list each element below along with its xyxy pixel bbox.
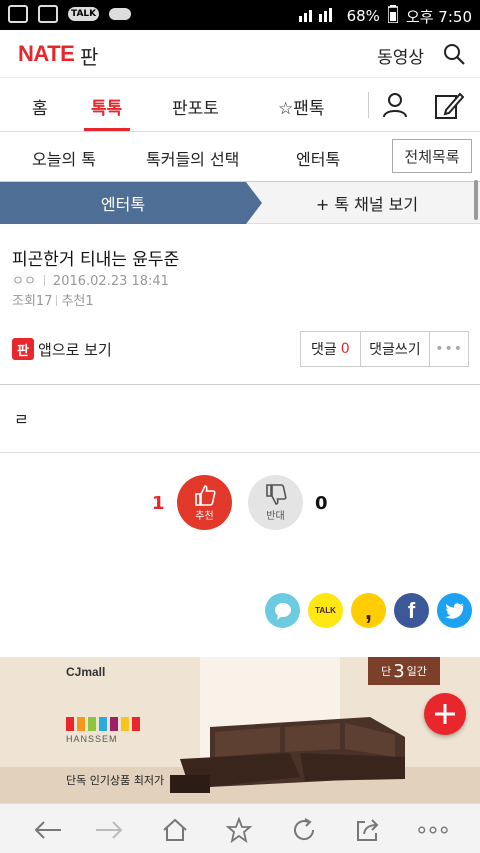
comment-actions: 댓글 0 댓글쓰기 ••• xyxy=(300,331,469,367)
all-list-button[interactable]: 전체목록 xyxy=(392,139,472,173)
share-buttons: TALK , f xyxy=(265,593,472,628)
share-chat-icon[interactable] xyxy=(265,593,300,628)
cloud-icon xyxy=(109,8,132,20)
oppose-button[interactable]: 반대 xyxy=(248,475,303,530)
thumbs-down-icon xyxy=(265,484,287,505)
thumbs-up-icon xyxy=(194,485,216,506)
battery-level: 68% xyxy=(346,7,380,25)
pann-logo[interactable]: 판 xyxy=(80,41,98,70)
sub-nav: 오늘의 톡 톡커들의 선택 엔터톡 전체목록 xyxy=(0,132,480,182)
tab-panphoto[interactable]: 판포토 xyxy=(172,94,219,119)
channel-bar: 엔터톡 + 톡 채널 보기 xyxy=(0,182,480,224)
active-tab-indicator xyxy=(84,128,130,131)
video-link[interactable]: 동영상 xyxy=(377,43,424,68)
open-in-app-link[interactable]: 판 앱으로 보기 xyxy=(12,338,112,360)
subnav-entertalk[interactable]: 엔터톡 xyxy=(296,146,340,170)
more-options-icon[interactable]: ••• xyxy=(430,332,468,366)
post-meta: ㅇㅇ 2016.02.23 18:41 xyxy=(12,270,169,289)
write-icon[interactable] xyxy=(434,90,465,120)
status-bar: TALK 68% 오후 7:50 xyxy=(0,0,480,30)
more-menu-icon[interactable] xyxy=(418,815,448,845)
pann-app-icon: 판 xyxy=(12,338,34,360)
scrollbar[interactable] xyxy=(474,180,478,220)
ad-cjmall-logo: CJmall xyxy=(66,665,106,679)
comments-button[interactable]: 댓글 0 xyxy=(301,332,361,366)
oppose-count: 0 xyxy=(315,493,328,514)
ad-sofa-image xyxy=(170,717,405,793)
kakao-talk-icon: TALK xyxy=(68,7,100,21)
gallery-icon xyxy=(38,5,58,23)
subnav-talkers-choice[interactable]: 톡커들의 선택 xyxy=(146,146,239,170)
comments-count: 0 xyxy=(340,341,350,357)
share-twitter-icon[interactable] xyxy=(437,593,472,628)
post-date: 2016.02.23 18:41 xyxy=(52,274,169,289)
divider xyxy=(0,452,480,453)
home-icon[interactable] xyxy=(160,815,190,845)
post-stats: 조회17 추천1 xyxy=(12,290,94,309)
recommend-button[interactable]: 추천 xyxy=(177,475,232,530)
comments-label: 댓글 xyxy=(310,342,337,358)
bookmark-star-icon[interactable] xyxy=(224,815,254,845)
user-icon[interactable] xyxy=(382,92,408,118)
main-nav: 홈 톡톡 판포토 ☆팬톡 xyxy=(0,78,480,132)
plus-icon xyxy=(435,704,455,724)
app-header: NATE 판 동영상 xyxy=(0,30,480,78)
open-in-app-label: 앱으로 보기 xyxy=(38,340,112,359)
post-recommends: 추천1 xyxy=(61,294,94,309)
ad-ribbon: 단 3 일간 xyxy=(368,657,440,685)
share-icon[interactable] xyxy=(353,815,383,845)
floating-add-button[interactable] xyxy=(424,693,466,735)
ad-subtitle: 단독 인기상품 최저가 xyxy=(66,774,165,787)
nate-logo[interactable]: NATE xyxy=(18,41,75,67)
battery-icon xyxy=(387,5,399,27)
tab-fantok[interactable]: ☆팬톡 xyxy=(278,94,325,119)
oppose-label: 반대 xyxy=(266,511,285,522)
forward-icon[interactable] xyxy=(94,815,124,845)
signal-icon xyxy=(298,6,339,26)
share-facebook-icon[interactable]: f xyxy=(394,593,429,628)
back-icon[interactable] xyxy=(33,815,63,845)
ad-hanssem-logo: HANSSEM xyxy=(66,717,140,744)
tab-toktok[interactable]: 톡톡 xyxy=(91,94,122,119)
subnav-today[interactable]: 오늘의 톡 xyxy=(32,146,96,170)
tab-home[interactable]: 홈 xyxy=(32,94,48,119)
post-author[interactable]: ㅇㅇ xyxy=(12,274,36,289)
channel-current[interactable]: 엔터톡 xyxy=(0,182,246,224)
post-body: ㄹ xyxy=(14,410,29,429)
notification-app-icon xyxy=(8,5,28,23)
share-kakaostory-icon[interactable]: , xyxy=(351,593,386,628)
recommend-label: 추천 xyxy=(195,511,214,522)
clock: 오후 7:50 xyxy=(405,7,472,26)
post-views: 조회17 xyxy=(12,294,53,309)
ad-banner[interactable]: CJmall HANSSEM 단독 인기상품 최저가 단 3 일간 xyxy=(0,657,480,803)
channel-browse-button[interactable]: + 톡 채널 보기 xyxy=(262,182,472,224)
post-title: 피곤한거 티내는 윤두준 xyxy=(12,250,180,270)
recommend-count: 1 xyxy=(152,493,165,514)
share-kakaotalk-icon[interactable]: TALK xyxy=(308,593,343,628)
search-icon[interactable] xyxy=(442,42,466,66)
divider xyxy=(0,384,480,385)
browser-toolbar xyxy=(0,803,480,853)
write-comment-button[interactable]: 댓글쓰기 xyxy=(361,332,431,366)
refresh-icon[interactable] xyxy=(289,815,319,845)
nav-divider xyxy=(368,92,369,118)
